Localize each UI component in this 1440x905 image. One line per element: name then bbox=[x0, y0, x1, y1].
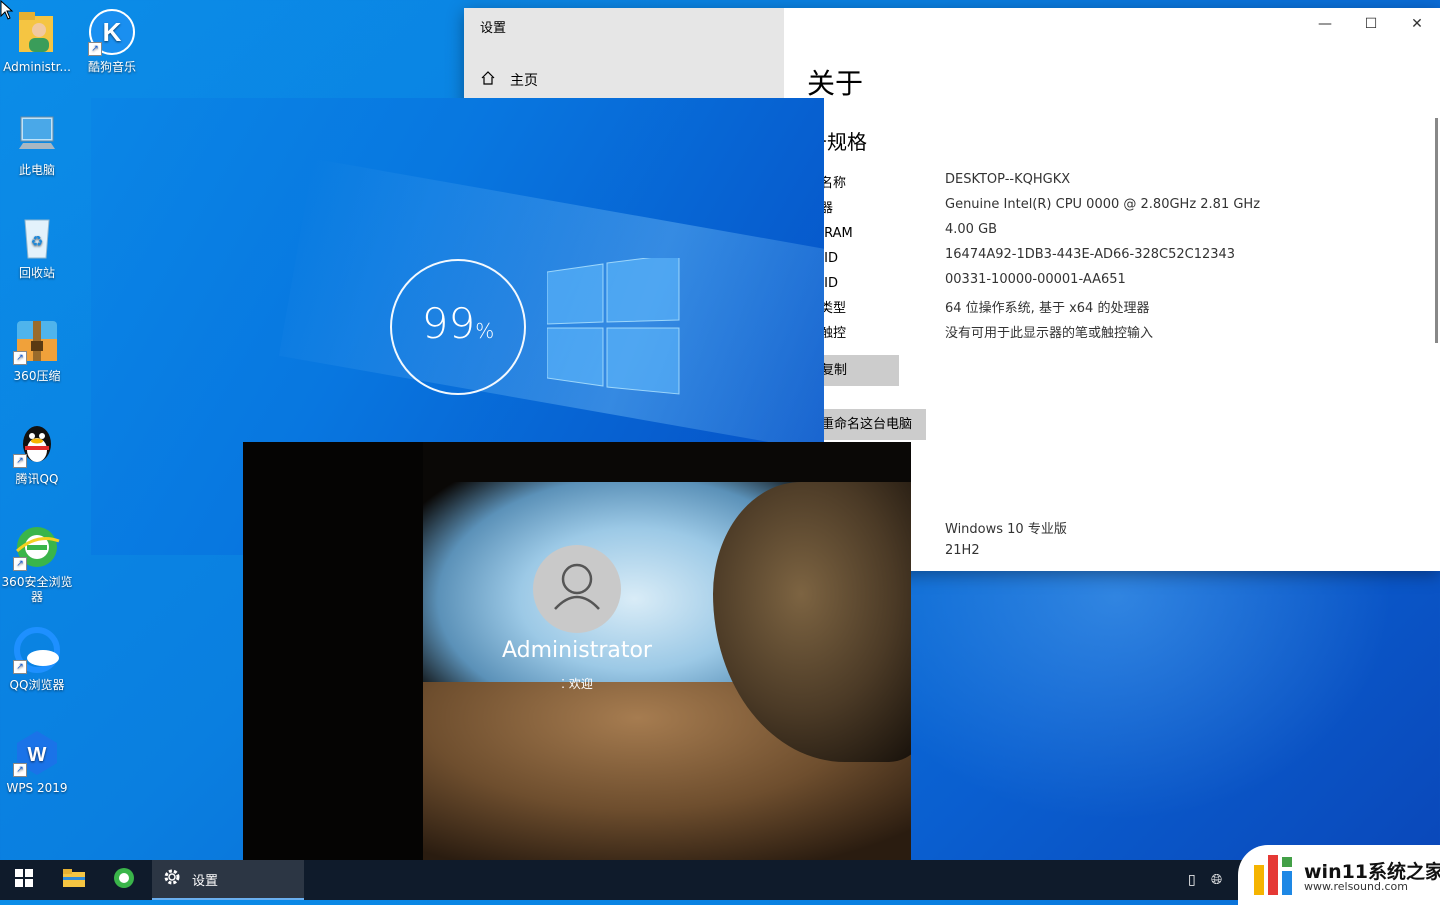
lock-username: Administrator bbox=[502, 638, 652, 663]
spec-value: 64 位操作系统, 基于 x64 的处理器 bbox=[945, 301, 1150, 316]
nav-home[interactable]: 主页 bbox=[480, 70, 538, 90]
usb-icon[interactable]: ▯ bbox=[1188, 872, 1196, 888]
mouse-cursor-icon bbox=[0, 0, 14, 24]
network-globe-icon[interactable]: 🌐︎ bbox=[1211, 872, 1222, 888]
windows-edition: Windows 10 专业版 bbox=[945, 522, 1067, 537]
minimize-button[interactable]: — bbox=[1302, 8, 1348, 40]
nav-home-label: 主页 bbox=[510, 73, 538, 89]
desktop-icon-label: QQ浏览器 bbox=[9, 678, 65, 692]
user-avatar-icon bbox=[533, 545, 621, 633]
window-title: 设置 bbox=[480, 21, 507, 36]
desktop-icon-qq[interactable]: ↗ 腾讯QQ bbox=[0, 420, 74, 487]
progress-ring: 99% bbox=[390, 259, 526, 395]
desktop-icon-label: 360压缩 bbox=[13, 369, 61, 383]
windows-start-icon bbox=[15, 869, 33, 891]
kugou-music-icon: K ↗ bbox=[88, 8, 136, 56]
taskbar-settings[interactable]: 设置 bbox=[152, 860, 304, 900]
lock-screen: Administrator ⁚ 欢迎 bbox=[243, 442, 911, 860]
spec-value: 16474A92-1DB3-443E-AD66-328C52C12343 bbox=[945, 247, 1236, 262]
close-button[interactable]: ✕ bbox=[1394, 8, 1440, 40]
recycle-bin-icon: ♻ bbox=[13, 214, 61, 262]
360-browser-icon bbox=[113, 867, 135, 893]
shortcut-arrow-icon: ↗ bbox=[88, 42, 102, 56]
desktop-icon-qq-browser[interactable]: ↗ QQ浏览器 bbox=[0, 626, 74, 693]
desktop-icon-wps[interactable]: W ↗ WPS 2019 bbox=[0, 729, 74, 796]
home-icon bbox=[480, 70, 496, 90]
settings-sidebar: 设置 主页 bbox=[464, 8, 784, 98]
desktop-icon-label: WPS 2019 bbox=[6, 781, 68, 795]
maximize-button[interactable]: ☐ bbox=[1348, 8, 1394, 40]
start-button[interactable] bbox=[0, 860, 48, 900]
shortcut-arrow-icon: ↗ bbox=[13, 557, 27, 571]
loading-dots-icon: ⁚ bbox=[561, 677, 569, 691]
desktop-icon-label: 回收站 bbox=[18, 266, 55, 280]
desktop-icon-label: Administr... bbox=[3, 60, 71, 74]
desktop-icon-label: 酷狗音乐 bbox=[87, 60, 136, 74]
desktop-icon-this-pc[interactable]: 此电脑 bbox=[0, 111, 74, 178]
taskbar-file-explorer[interactable] bbox=[50, 860, 98, 900]
rename-pc-button[interactable]: 重命名这台电脑 bbox=[807, 409, 927, 440]
desktop-icon-360zip[interactable]: ↗ 360压缩 bbox=[0, 317, 74, 384]
desktop-icon-360-browser[interactable]: ↗ 360安全浏览器 bbox=[0, 523, 74, 605]
gear-icon bbox=[162, 867, 182, 891]
shortcut-arrow-icon: ↗ bbox=[13, 763, 27, 777]
shortcut-arrow-icon: ↗ bbox=[13, 351, 27, 365]
qq-icon: ↗ bbox=[13, 420, 61, 468]
desktop-icon-label: 此电脑 bbox=[18, 163, 55, 177]
windows-logo-icon bbox=[546, 253, 683, 402]
svg-text:K: K bbox=[103, 17, 122, 47]
folder-icon bbox=[63, 869, 85, 891]
watermark: win11系统之家 www.relsound.com bbox=[1238, 845, 1440, 905]
progress-number: 99 bbox=[421, 299, 476, 348]
desktop-icon-recycle-bin[interactable]: ♻ 回收站 bbox=[0, 214, 74, 281]
lock-status: ⁚ 欢迎 bbox=[243, 675, 911, 692]
taskbar-settings-label: 设置 bbox=[192, 873, 219, 889]
spec-value: 00331-10000-00001-AA651 bbox=[945, 272, 1126, 287]
page-title: 关于 bbox=[807, 67, 864, 100]
taskbar-360-browser[interactable] bbox=[100, 860, 148, 900]
settings-scrollbar[interactable] bbox=[1435, 118, 1438, 343]
desktop-icon-kugou[interactable]: K ↗ 酷狗音乐 bbox=[75, 8, 149, 75]
desktop-icon-label: 腾讯QQ bbox=[15, 472, 59, 486]
taskbar: 设置 bbox=[0, 860, 1440, 900]
shortcut-arrow-icon: ↗ bbox=[13, 660, 27, 674]
svg-text:W: W bbox=[28, 744, 47, 766]
spec-value: 4.00 GB bbox=[945, 222, 998, 237]
progress-percent: 99% bbox=[392, 299, 524, 348]
watermark-url: www.relsound.com bbox=[1304, 880, 1408, 893]
desktop-icon-label: 360安全浏览器 bbox=[1, 575, 73, 604]
user-folder-icon bbox=[13, 8, 61, 56]
spec-value: Genuine Intel(R) CPU 0000 @ 2.80GHz 2.81… bbox=[945, 197, 1261, 212]
360-zip-icon: ↗ bbox=[13, 317, 61, 365]
spec-value: 没有可用于此显示器的笔或触控输入 bbox=[945, 326, 1154, 341]
window-controls: — ☐ ✕ bbox=[1302, 8, 1440, 40]
spec-value: DESKTOP--KQHGKX bbox=[945, 172, 1071, 187]
svg-text:♻: ♻ bbox=[31, 234, 44, 250]
shortcut-arrow-icon: ↗ bbox=[13, 454, 27, 468]
wps-icon: W ↗ bbox=[13, 729, 61, 777]
qq-browser-icon: ↗ bbox=[13, 626, 61, 674]
360-browser-icon: ↗ bbox=[13, 523, 61, 571]
windows-version: 21H2 bbox=[945, 543, 980, 558]
lock-status-text: 欢迎 bbox=[568, 677, 593, 691]
progress-percent-sign: % bbox=[475, 319, 495, 343]
this-pc-icon bbox=[13, 111, 61, 159]
win11-logo-icon bbox=[1254, 855, 1292, 895]
